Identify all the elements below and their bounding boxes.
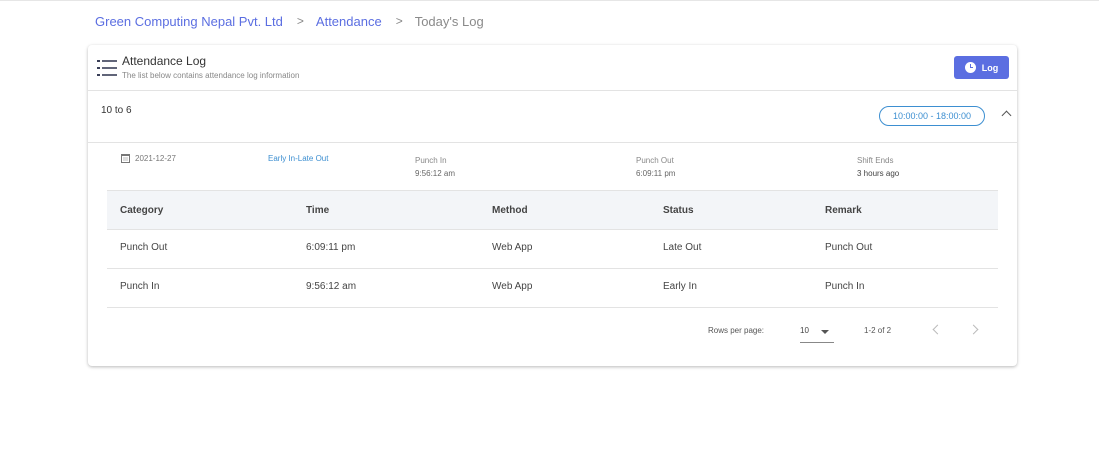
table-row[interactable]: Punch Out 6:09:11 pm Web App Late Out Pu… — [107, 230, 998, 269]
rows-per-page-value: 10 — [800, 326, 809, 335]
summary-date: 2021-12-27 — [121, 154, 176, 163]
shift-ends-label: Shift Ends — [857, 156, 894, 165]
shift-row[interactable]: 10 to 6 10:00:00 - 18:00:00 — [88, 91, 1017, 143]
shift-name: 10 to 6 — [101, 105, 132, 116]
cell-method: Web App — [492, 281, 533, 292]
rows-per-page-label: Rows per page: — [708, 326, 765, 335]
punch-in-value: 9:56:12 am — [415, 169, 456, 178]
attendance-summary: 2021-12-27 Early In-Late Out Punch In 9:… — [88, 143, 1017, 191]
punch-out-value: 6:09:11 pm — [636, 169, 676, 178]
cell-method: Web App — [492, 242, 533, 253]
cell-time: 9:56:12 am — [306, 281, 357, 292]
breadcrumb: Green Computing Nepal Pvt. Ltd > Attenda… — [95, 13, 484, 29]
cell-remark: Punch Out — [825, 242, 873, 253]
top-divider — [0, 0, 1099, 1]
clock-icon — [964, 62, 976, 73]
cell-category: Punch Out — [120, 242, 168, 253]
attendance-log-card: Attendance Log The list below contains a… — [88, 45, 1017, 366]
card-title: Attendance Log — [122, 54, 207, 68]
card-subtitle: The list below contains attendance log i… — [122, 71, 300, 80]
cell-status: Early In — [663, 281, 697, 292]
punch-out-label: Punch Out — [636, 156, 674, 165]
summary-attendance-type: Early In-Late Out — [268, 154, 329, 163]
summary-punch-out: Punch Out 6:09:11 pm — [636, 154, 675, 180]
column-header-time[interactable]: Time — [306, 205, 329, 216]
cell-category: Punch In — [120, 281, 160, 292]
shift-ends-value: 3 hours ago — [857, 169, 900, 178]
column-header-remark[interactable]: Remark — [825, 205, 862, 216]
breadcrumb-separator: > — [395, 14, 403, 28]
breadcrumb-current: Today's Log — [414, 13, 484, 29]
cell-time: 6:09:11 pm — [306, 242, 356, 253]
chevron-right-icon[interactable] — [968, 324, 979, 335]
cell-status: Late Out — [663, 242, 702, 253]
column-header-method[interactable]: Method — [492, 205, 528, 216]
summary-date-value: 2021-12-27 — [135, 154, 176, 163]
pagination: Rows per page: 10 1-2 of 2 — [88, 317, 1017, 347]
column-header-category[interactable]: Category — [120, 205, 163, 216]
shift-time-chip: 10:00:00 - 18:00:00 — [879, 106, 985, 126]
log-button-label: Log — [981, 62, 999, 73]
table-row[interactable]: Punch In 9:56:12 am Web App Early In Pun… — [107, 269, 998, 308]
pagination-range: 1-2 of 2 — [864, 326, 892, 335]
breadcrumb-company[interactable]: Green Computing Nepal Pvt. Ltd — [95, 14, 283, 29]
card-header: Attendance Log The list below contains a… — [88, 45, 1017, 91]
table-header: Category Time Method Status Remark — [107, 190, 998, 230]
log-button[interactable]: Log — [954, 56, 1009, 79]
rows-per-page-select[interactable]: 10 — [800, 321, 834, 343]
summary-punch-in: Punch In 9:56:12 am — [415, 154, 455, 180]
caret-down-icon — [821, 330, 829, 334]
summary-shift-ends: Shift Ends 3 hours ago — [857, 154, 899, 180]
attendance-table: Category Time Method Status Remark Punch… — [107, 190, 998, 308]
punch-in-label: Punch In — [415, 156, 447, 165]
calendar-icon — [121, 154, 130, 163]
cell-remark: Punch In — [825, 281, 865, 292]
breadcrumb-attendance[interactable]: Attendance — [316, 14, 382, 29]
list-icon — [97, 60, 117, 76]
breadcrumb-separator: > — [296, 14, 304, 28]
column-header-status[interactable]: Status — [663, 205, 694, 216]
chevron-left-icon[interactable] — [932, 324, 943, 335]
chevron-up-icon[interactable] — [1001, 110, 1012, 121]
